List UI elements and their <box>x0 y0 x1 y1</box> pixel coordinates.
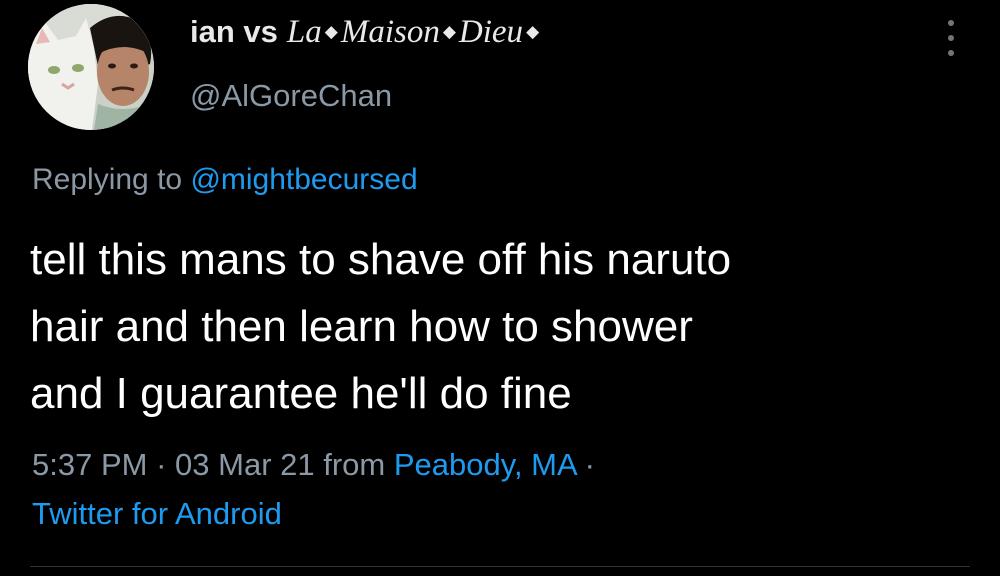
tweet-text-line: hair and then learn how to shower <box>30 302 693 351</box>
tweet-detail: ian vs La ◆ Maison ◆ Dieu ◆ @AlGoreChan … <box>0 0 1000 576</box>
tweet-client-link[interactable]: Twitter for Android <box>32 496 282 532</box>
avatar[interactable] <box>28 4 154 130</box>
display-name-prefix: ian vs <box>190 14 278 49</box>
meta-separator: · <box>584 447 595 482</box>
tweet-text-line: tell this mans to shave off his naruto <box>30 235 732 284</box>
avatar-photo <box>28 4 154 130</box>
diamond-icon: ◆ <box>324 22 338 41</box>
tweet-text-line: and I guarantee he'll do fine <box>30 369 572 418</box>
more-vertical-icon[interactable] <box>939 20 963 56</box>
reply-mention-link[interactable]: @mightbecursed <box>190 163 417 196</box>
meta-separator: · <box>156 447 167 482</box>
tweet-date: 03 Mar 21 <box>175 447 315 482</box>
display-name[interactable]: ian vs La ◆ Maison ◆ Dieu ◆ <box>190 14 542 51</box>
tweet-text: tell this mans to shave off his naruto h… <box>30 226 970 427</box>
location-link[interactable]: Peabody, MA <box>394 447 576 482</box>
display-name-fancy-maison: Maison <box>340 14 440 50</box>
tweet-time: 5:37 PM <box>32 447 148 482</box>
display-name-fancy-la: La <box>286 14 322 50</box>
diamond-icon: ◆ <box>526 22 540 41</box>
tweet-meta: 5:37 PM · 03 Mar 21 from Peabody, MA · <box>32 447 595 483</box>
divider <box>30 566 970 567</box>
from-label: from <box>323 447 386 482</box>
user-handle[interactable]: @AlGoreChan <box>190 78 392 114</box>
replying-to-label: Replying to <box>32 163 183 196</box>
display-name-fancy-dieu: Dieu <box>458 14 524 50</box>
replying-to: Replying to @mightbecursed <box>32 163 418 197</box>
diamond-icon: ◆ <box>442 22 456 41</box>
